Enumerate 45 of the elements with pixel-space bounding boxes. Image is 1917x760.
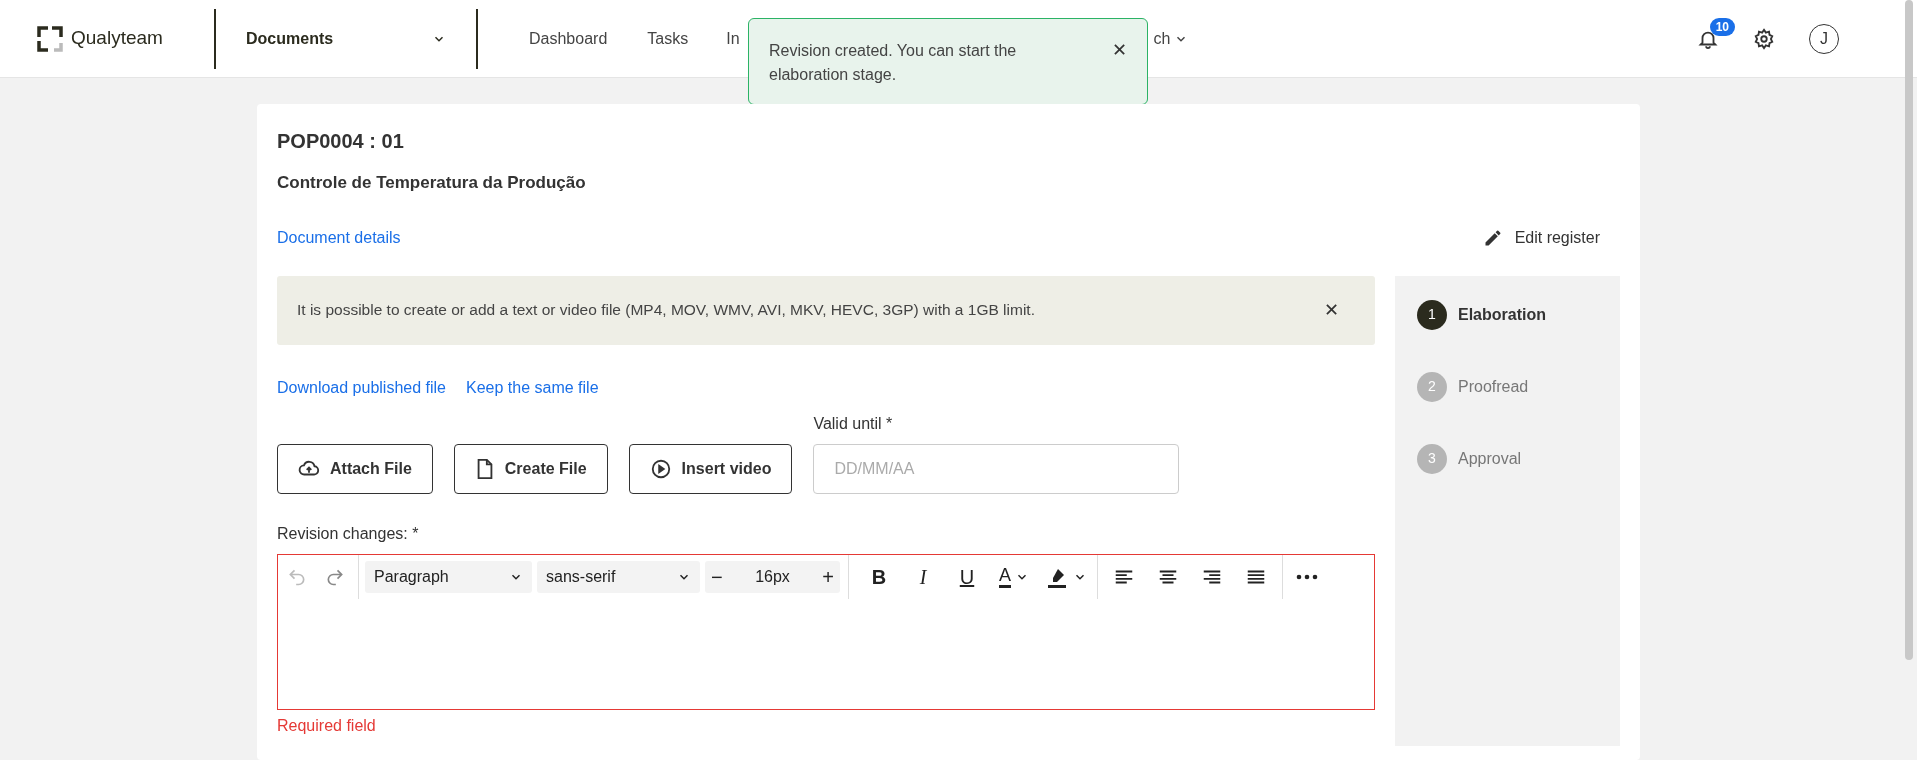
step-number: 2	[1417, 371, 1447, 402]
step-number: 1	[1417, 299, 1447, 330]
font-color-button[interactable]: A	[995, 558, 1033, 595]
date-field[interactable]: DD/MM/AA	[813, 443, 1180, 494]
field-label: Valid until *	[813, 413, 894, 434]
step-label[interactable]: Proofread	[1458, 374, 1529, 399]
close-button[interactable]: ✕	[1324, 296, 1339, 324]
italic-button[interactable]: I	[901, 558, 945, 595]
bold-button[interactable]: B	[857, 558, 901, 595]
module-dropdown[interactable]: Documents	[246, 26, 446, 51]
logo-text: Qualyteam	[71, 26, 163, 51]
action-button[interactable]: Insert video	[628, 443, 793, 494]
document-details-link[interactable]: Document details	[277, 225, 401, 250]
nav-link[interactable]: ch	[1153, 26, 1189, 51]
step-label[interactable]: Elaboration	[1458, 302, 1546, 327]
underline-button[interactable]: U	[945, 558, 989, 595]
notification-badge: 10	[1709, 17, 1735, 36]
more-icon	[1296, 573, 1318, 580]
file-link[interactable]: Keep the same file	[466, 375, 599, 400]
document-code: POP0004 : 01	[277, 129, 405, 154]
error-message: Required field	[277, 715, 377, 736]
nav-link[interactable]: In	[726, 26, 740, 51]
document-title: Controle de Temperatura da Produção	[277, 172, 587, 194]
close-button[interactable]: ✕	[1112, 41, 1127, 59]
info-text: It is possible to create or add a text or video file (MP4, MOV, WMV, AVI, MKV, HEVC, 3GP) with a 1GB limit.	[297, 300, 1035, 321]
rich-text-editor[interactable]: Paragraph sans-serif − 16px + B I U A	[277, 553, 1375, 710]
toast-message: Revision created. You can start the elaboration stage.	[769, 41, 1018, 85]
file-link[interactable]: Download published file	[277, 375, 446, 400]
notifications-button[interactable]: 10	[1697, 17, 1735, 50]
action-button[interactable]: Create File	[453, 443, 608, 494]
step-number: 3	[1417, 443, 1447, 474]
field-label: Revision changes: *	[277, 523, 420, 544]
nav-link[interactable]: Tasks	[647, 26, 689, 51]
settings-button[interactable]	[1753, 27, 1775, 50]
block-format-dropdown[interactable]: Paragraph	[365, 560, 532, 593]
play-circle-icon	[649, 457, 672, 480]
font-size-value: 16px	[755, 566, 790, 587]
action-button[interactable]: Attach File	[277, 443, 433, 494]
font-family-dropdown[interactable]: sans-serif	[537, 560, 700, 593]
step-label[interactable]: Approval	[1458, 446, 1522, 471]
logo-icon	[37, 25, 63, 52]
nav-link[interactable]: Dashboard	[529, 26, 608, 51]
scrollbar[interactable]	[1905, 0, 1913, 660]
edit-register-button[interactable]: Edit register	[1482, 225, 1600, 250]
settings-icon	[1753, 27, 1775, 50]
